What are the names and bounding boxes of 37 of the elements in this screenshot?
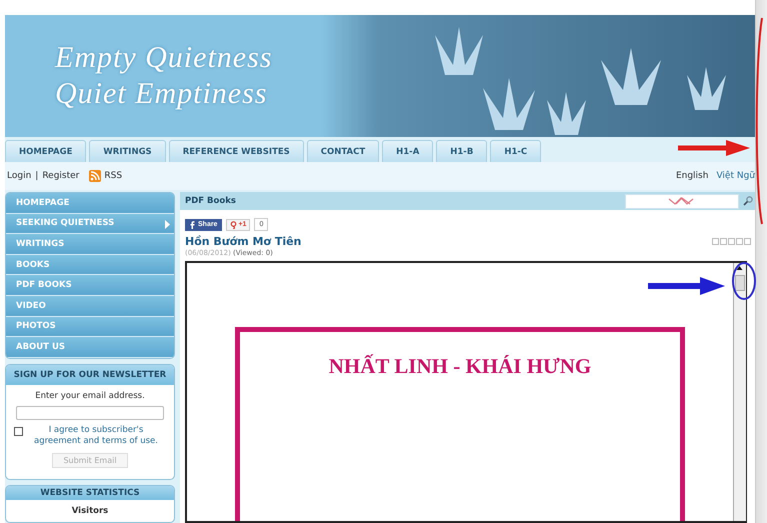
newsletter-title: SIGN UP FOR OUR NEWSLETTER (6, 364, 174, 385)
language-link[interactable]: Việt Ngữ (716, 171, 755, 181)
annotation-arrow (678, 140, 750, 156)
link-separator: | (35, 171, 38, 181)
annotation-circle (732, 262, 756, 300)
search-field[interactable] (625, 194, 739, 208)
email-field[interactable] (16, 406, 164, 420)
search-icon[interactable] (743, 196, 753, 206)
page-scrollbar[interactable] (755, 0, 767, 523)
nav-tab[interactable]: H1-C (490, 140, 542, 162)
register-link[interactable]: Register (42, 171, 80, 181)
facebook-icon (190, 220, 195, 228)
site-subtitle: Quiet Emptiness (55, 77, 268, 111)
nav-tab[interactable]: WRITINGS (89, 140, 166, 162)
submenu-arrow-icon (165, 220, 170, 229)
google-plus-icon (230, 220, 238, 228)
nav-tab[interactable]: HOMEPAGE (5, 140, 86, 162)
agree-label: I agree to subscriber's agreement and terms of use. (33, 424, 159, 448)
language-link[interactable]: English (676, 171, 708, 181)
rss-icon[interactable] (89, 170, 102, 182)
login-link[interactable]: Login (7, 171, 32, 181)
email-prompt: Enter your email address. (35, 390, 145, 401)
agree-checkbox[interactable] (14, 426, 23, 436)
rss-link[interactable]: RSS (104, 171, 122, 181)
article-title: Hồn Bướm Mơ Tiên (185, 235, 302, 248)
section-title: PDF Books (185, 196, 236, 206)
document-heading: NHẤT LINH - KHÁI HƯNG (328, 354, 592, 379)
nav-tab[interactable]: H1-A (382, 140, 434, 162)
nav-tab[interactable]: H1-B (436, 140, 488, 162)
scrollbar-thumb[interactable] (735, 275, 745, 291)
visitors-heading: Visitors (70, 505, 110, 518)
site-title: Empty Quietness (55, 41, 272, 75)
nav-tab[interactable]: REFERENCE WEBSITES (168, 140, 304, 162)
star-rating[interactable] (712, 238, 751, 245)
viewer-scrollbar[interactable] (733, 263, 746, 521)
statistics-title: WEBSITE STATISTICS (6, 486, 174, 500)
nav-tab[interactable]: CONTACT (306, 140, 380, 162)
